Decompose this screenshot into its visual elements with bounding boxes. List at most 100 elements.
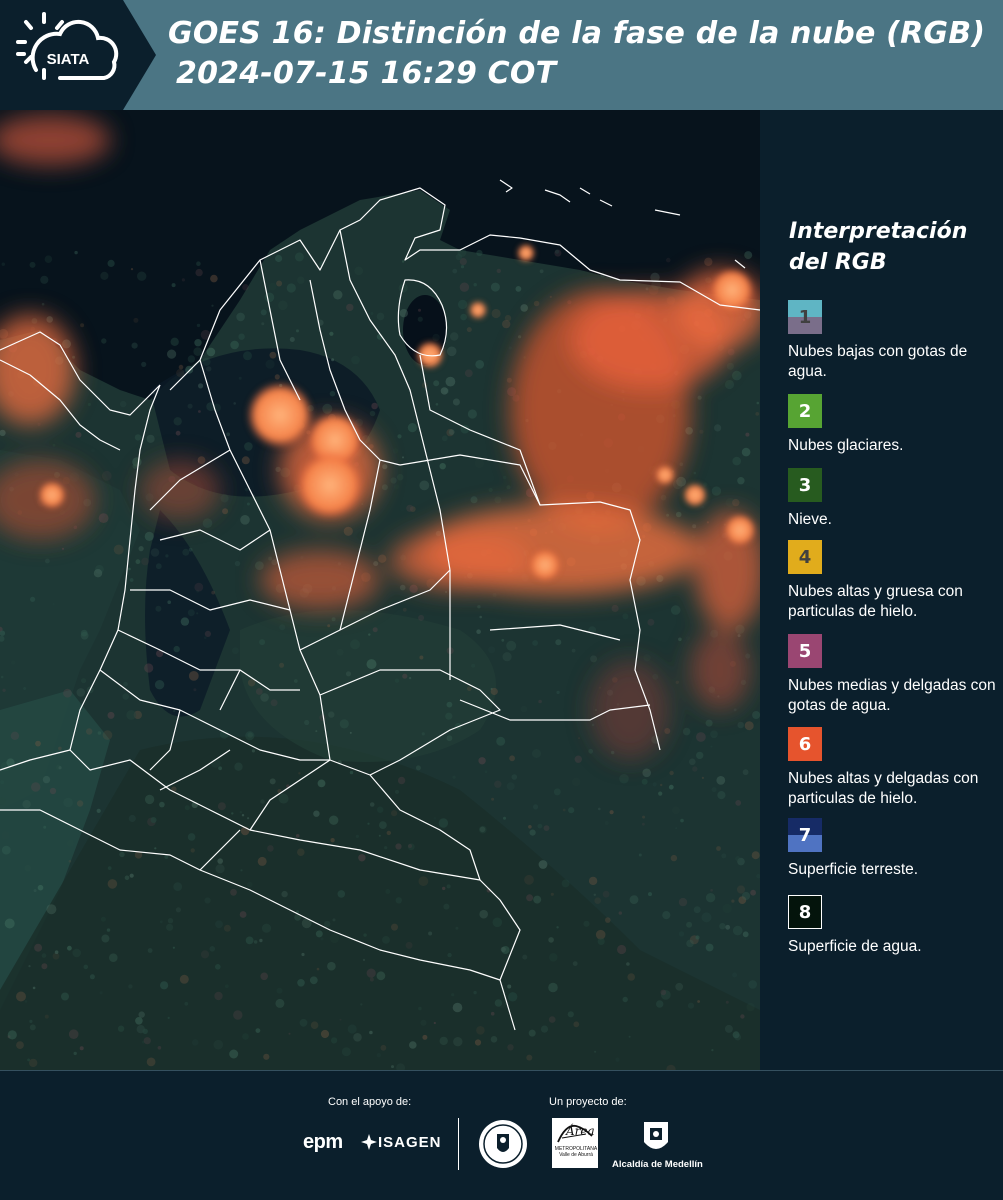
cloud-speckle [369, 1030, 373, 1035]
cloud-speckle [675, 680, 679, 684]
cloud-speckle [275, 254, 283, 263]
cloud-speckle [98, 513, 109, 523]
cloud-speckle [299, 1018, 308, 1027]
cloud-speckle [76, 800, 84, 807]
cloud-speckle [261, 322, 265, 326]
cloud-speckle [452, 1002, 463, 1013]
cloud-speckle [670, 605, 681, 615]
cloud-speckle [61, 992, 69, 1001]
cloud-speckle [629, 895, 639, 904]
cloud-speckle [450, 332, 459, 341]
cloud-speckle [119, 851, 125, 858]
cloud-speckle [332, 918, 336, 922]
cloud-speckle [191, 1039, 199, 1046]
cloud-speckle [658, 791, 663, 796]
cloud-speckle [320, 937, 324, 941]
cloud-speckle [184, 1001, 189, 1006]
cloud-speckle [260, 309, 267, 316]
epm-logo: epm [303, 1131, 343, 1153]
cloud-speckle [275, 998, 285, 1008]
legend-item-8: 8 Superficie de agua. [788, 895, 1000, 957]
cloud-speckle [593, 893, 596, 896]
cloud-speckle [255, 688, 263, 695]
cloud-speckle [86, 728, 93, 735]
cloud-speckle [188, 547, 193, 552]
cloud-speckle [370, 312, 374, 315]
cloud-speckle [439, 1036, 448, 1046]
cloud-speckle [122, 693, 129, 700]
cloud-speckle [540, 1025, 549, 1033]
cloud-speckle [549, 953, 558, 962]
cloud-speckle [490, 282, 500, 292]
cloud-speckle [703, 482, 708, 487]
cloud-speckle [230, 888, 237, 896]
legend-item-5: 5 Nubes medias y delgadas con gotas de a… [788, 634, 1000, 716]
cloud-speckle [132, 463, 138, 469]
cloud-speckle [37, 884, 44, 891]
legend-swatch-6: 6 [788, 727, 822, 761]
cloud-speckle [269, 778, 276, 785]
siata-logo-icon: SIATA [16, 12, 119, 80]
cloud-speckle [736, 885, 746, 894]
cloud-speckle [479, 826, 486, 833]
cloud-speckle [678, 637, 682, 642]
cloud-speckle [40, 275, 49, 284]
cloud-speckle [347, 1024, 357, 1034]
cloud-speckle [378, 834, 381, 837]
cloud-speckle [393, 484, 400, 490]
legend-text-8: Superficie de agua. [788, 938, 922, 955]
legend-text-7: Superficie terreste. [788, 861, 919, 878]
cloud-speckle [733, 708, 737, 712]
cloud-speckle [81, 678, 87, 684]
cloud-speckle [261, 923, 272, 933]
cloud-speckle [315, 730, 318, 733]
cloud-speckle [124, 875, 130, 881]
cloud-speckle [144, 663, 154, 673]
footer: Con el apoyo de: Un proyecto de: epm ISA… [0, 1070, 1003, 1200]
cloud-speckle [331, 617, 336, 622]
legend-text-5: Nubes medias y delgadas con gotas de agu… [788, 677, 996, 714]
cloud-speckle [150, 817, 157, 823]
cloud-speckle [732, 498, 740, 507]
cloud-speckle [419, 480, 430, 491]
cloud-speckle [533, 804, 539, 810]
page-title: GOES 16: Distinción de la fase de la nub… [168, 14, 998, 94]
cloud-speckle [188, 671, 199, 681]
cloud-speckle [598, 807, 601, 811]
cloud-speckle [697, 1000, 700, 1003]
cloud-speckle [611, 604, 619, 613]
cloud-speckle [243, 351, 252, 361]
cloud-speckle [210, 274, 218, 283]
cloud-speckle [58, 746, 62, 751]
cloud-speckle [492, 592, 497, 597]
cloud-speckle [313, 810, 320, 817]
cloud-speckle [173, 645, 180, 653]
cloud-speckle [259, 938, 263, 943]
cloud-speckle [233, 1010, 243, 1020]
cloud-speckle [496, 736, 506, 746]
cloud-speckle [397, 776, 406, 785]
cloud-speckle [422, 1034, 428, 1040]
cloud-speckle [241, 814, 245, 817]
cloud-speckle [232, 647, 239, 655]
cloud-speckle [329, 815, 339, 825]
cloud-speckle [692, 524, 697, 529]
cloud-speckle [562, 808, 566, 812]
cloud-speckle [141, 361, 147, 367]
cloud-speckle [376, 312, 385, 321]
cloud-speckle [310, 1021, 319, 1029]
cloud-speckle [453, 1037, 463, 1047]
cloud-speckle [190, 848, 195, 853]
cloud-speckle [66, 839, 74, 847]
cloud-speckle [433, 380, 440, 387]
cloud-speckle [214, 991, 223, 1001]
cloud-speckle [477, 605, 481, 609]
cloud-speckle [253, 940, 258, 944]
cloud-speckle [41, 953, 47, 958]
cloud-speckle [428, 931, 433, 936]
cloud-speckle [571, 648, 576, 653]
cloud-speckle [246, 502, 250, 506]
cloud-speckle [473, 283, 477, 287]
cloud-speckle [294, 252, 304, 262]
cloud-speckle [244, 442, 253, 451]
